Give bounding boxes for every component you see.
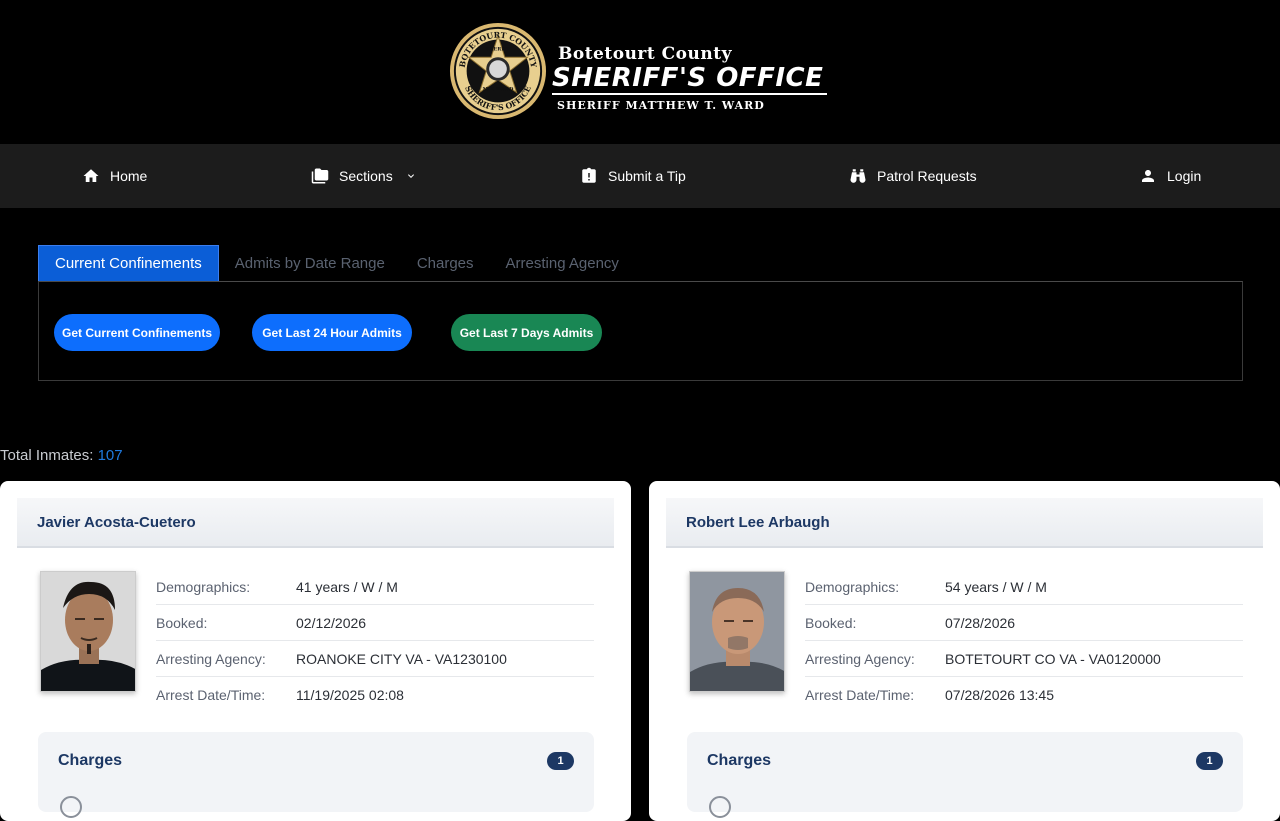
nav-home[interactable]: Home (82, 144, 147, 208)
user-icon (1142, 170, 1154, 182)
inmate-photo[interactable] (689, 571, 785, 692)
tab-panel: Get Current Confinements Get Last 24 Hou… (38, 281, 1243, 381)
total-inmates-label: Total Inmates: (0, 447, 94, 464)
agency-value: BOTETOURT CO VA - VA0120000 (945, 650, 1161, 667)
site-header: BOTETOURT COUNTY SHERIFF'S OFFICE SHERIF… (0, 0, 1280, 144)
charges-panel[interactable]: Charges 1 (687, 732, 1243, 818)
tab-bar: Current Confinements Admits by Date Rang… (38, 245, 1243, 281)
nav-login-label: Login (1167, 168, 1202, 184)
inmate-name[interactable]: Robert Lee Arbaugh (686, 514, 830, 531)
get-last-24-hour-admits-button[interactable]: Get Last 24 Hour Admits (252, 314, 412, 351)
nav-home-label: Home (110, 168, 148, 184)
charges-count-badge: 1 (547, 752, 574, 770)
get-current-confinements-button[interactable]: Get Current Confinements (54, 314, 220, 351)
tab-charges[interactable]: Charges (401, 245, 490, 281)
agency-value: ROANOKE CITY VA - VA1230100 (296, 650, 507, 667)
inmate-card-header: Javier Acosta-Cuetero (17, 498, 614, 548)
charges-count-badge: 1 (1196, 752, 1223, 770)
brand-county: Botetourt County (558, 44, 732, 64)
main-nav: Home Sections Submit a Tip Patrol Reques… (0, 144, 1280, 208)
inmate-info: Demographics: 41 years / W / M Booked: 0… (156, 569, 594, 713)
arrest-label: Arrest Date/Time: (805, 687, 915, 703)
nav-login[interactable]: Login (1139, 144, 1201, 208)
demographics-label: Demographics: (805, 578, 900, 595)
clipboard-alert-icon (582, 167, 596, 183)
folders-icon (311, 168, 329, 184)
arrest-row: Arrest Date/Time: 07/28/2026 13:45 (805, 677, 1243, 713)
arrest-value: 07/28/2026 13:45 (945, 687, 1054, 703)
home-icon (83, 169, 99, 182)
demographics-label: Demographics: (156, 578, 251, 595)
demographics-row: Demographics: 54 years / W / M (805, 569, 1243, 605)
mugshot-image (41, 572, 135, 691)
booked-value: 07/28/2026 (945, 614, 1016, 631)
total-inmates: Total Inmates: 107 (0, 447, 123, 464)
booked-value: 02/12/2026 (296, 614, 367, 631)
tab-admits-by-date-range[interactable]: Admits by Date Range (219, 245, 401, 281)
charges-title: Charges (707, 752, 772, 769)
charge-item-icon (60, 796, 82, 818)
booked-row: Booked: 07/28/2026 (805, 605, 1243, 641)
charges-title: Charges (58, 752, 123, 769)
brand-office: SHERIFF'S OFFICE (552, 64, 827, 95)
booked-label: Booked: (156, 614, 208, 631)
badge-name: M.T. WARD (483, 87, 515, 93)
arrest-value: 11/19/2025 02:08 (296, 687, 404, 703)
nav-sections[interactable]: Sections (311, 144, 417, 208)
inmate-card: Javier Acosta-Cuetero Demographics: 41 y… (0, 481, 631, 821)
search-tabs: Current Confinements Admits by Date Rang… (38, 245, 1243, 381)
inmate-photo[interactable] (40, 571, 136, 692)
charges-panel[interactable]: Charges 1 (38, 732, 594, 818)
booked-label: Booked: (805, 614, 857, 631)
agency-row: Arresting Agency: BOTETOURT CO VA - VA01… (805, 641, 1243, 677)
tab-current-confinements[interactable]: Current Confinements (38, 245, 219, 281)
agency-label: Arresting Agency: (805, 650, 915, 667)
brand-sheriff: SHERIFF MATTHEW T. WARD (557, 99, 765, 112)
chevron-down-icon (407, 174, 414, 178)
mugshot-image (690, 572, 784, 691)
inmate-name[interactable]: Javier Acosta-Cuetero (37, 514, 196, 531)
nav-submit-tip[interactable]: Submit a Tip (580, 144, 686, 208)
booked-row: Booked: 02/12/2026 (156, 605, 594, 641)
tab-arresting-agency[interactable]: Arresting Agency (490, 245, 635, 281)
arrest-row: Arrest Date/Time: 11/19/2025 02:08 (156, 677, 594, 713)
demographics-value: 54 years / W / M (945, 578, 1047, 595)
demographics-row: Demographics: 41 years / W / M (156, 569, 594, 605)
charge-item-icon (709, 796, 731, 818)
agency-row: Arresting Agency: ROANOKE CITY VA - VA12… (156, 641, 594, 677)
nav-tip-label: Submit a Tip (608, 168, 686, 184)
total-inmates-count: 107 (97, 447, 123, 464)
inmate-card: Robert Lee Arbaugh Demographics: 54 year… (649, 481, 1280, 821)
demographics-value: 41 years / W / M (296, 578, 398, 595)
nav-patrol-label: Patrol Requests (877, 168, 977, 184)
nav-sections-label: Sections (339, 168, 393, 184)
brand-title[interactable]: Botetourt County SHERIFF'S OFFICE SHERIF… (552, 44, 827, 112)
agency-label: Arresting Agency: (156, 650, 266, 667)
inmate-info: Demographics: 54 years / W / M Booked: 0… (805, 569, 1243, 713)
arrest-label: Arrest Date/Time: (156, 687, 266, 703)
get-last-7-days-admits-button[interactable]: Get Last 7 Days Admits (451, 314, 602, 351)
badge-inner-text: SHERIFF (485, 46, 511, 52)
nav-patrol-requests[interactable]: Patrol Requests (849, 144, 977, 208)
inmate-card-header: Robert Lee Arbaugh (666, 498, 1263, 548)
sheriff-badge-logo[interactable]: BOTETOURT COUNTY SHERIFF'S OFFICE SHERIF… (449, 22, 547, 120)
binoculars-icon (850, 169, 866, 183)
